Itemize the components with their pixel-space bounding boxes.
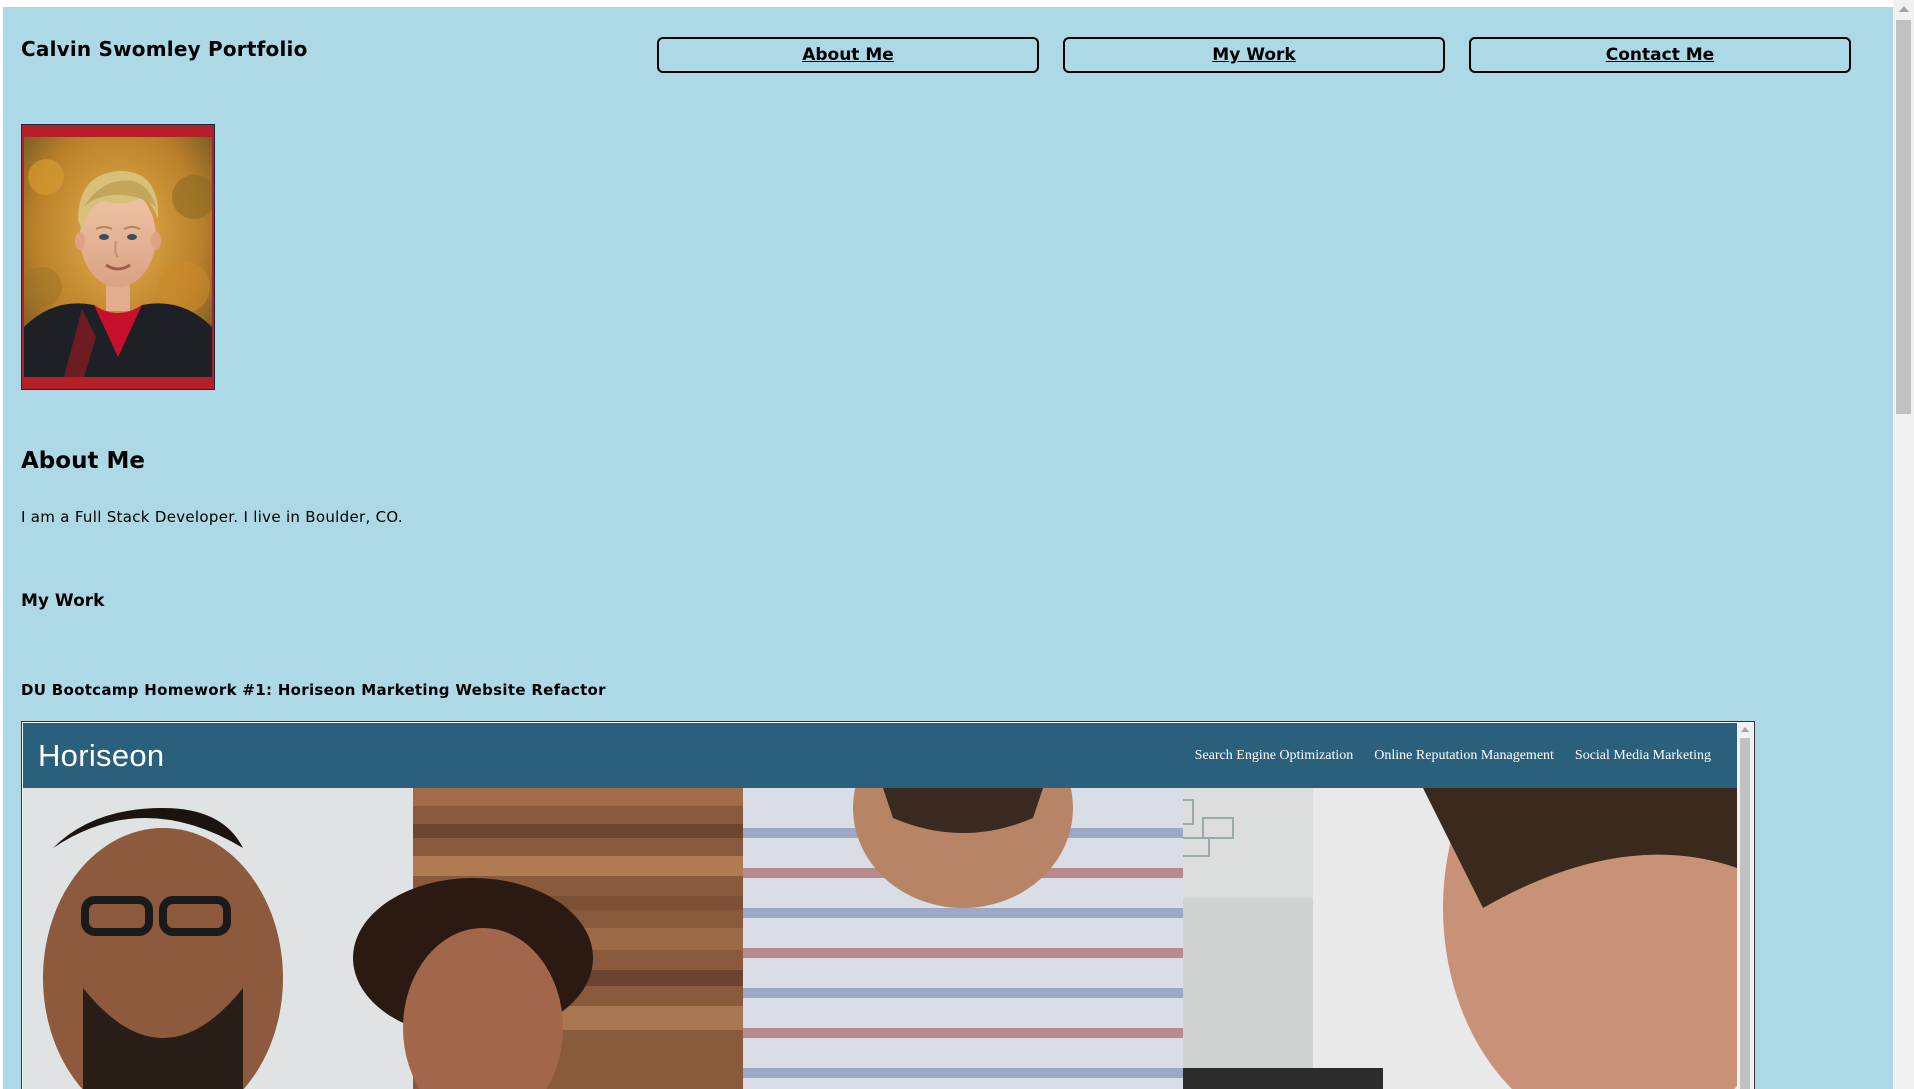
page-scrollbar[interactable] <box>1893 0 1914 1089</box>
horiseon-nav-smm[interactable]: Social Media Marketing <box>1575 748 1711 764</box>
scroll-up-arrow-icon[interactable] <box>1899 6 1909 12</box>
preview-scrollbar[interactable] <box>1737 723 1753 1089</box>
work-heading: My Work <box>21 591 105 611</box>
profile-portrait <box>24 137 212 377</box>
project-preview-frame[interactable]: Horiseon Search Engine Optimization Onli… <box>21 721 1755 1089</box>
preview-scroll-thumb[interactable] <box>1740 738 1750 1089</box>
profile-photo <box>21 124 215 390</box>
project-title: DU Bootcamp Homework #1: Horiseon Market… <box>21 681 606 699</box>
horiseon-hero-image <box>23 788 1737 1089</box>
horiseon-nav: Search Engine Optimization Online Reputa… <box>1195 748 1711 764</box>
about-text: I am a Full Stack Developer. I live in B… <box>21 508 403 526</box>
nav-my-work-button[interactable]: My Work <box>1063 37 1445 73</box>
horiseon-nav-seo[interactable]: Search Engine Optimization <box>1195 748 1354 764</box>
horiseon-logo[interactable]: Horiseon <box>38 738 164 774</box>
preview-scroll-up-arrow-icon[interactable] <box>1741 727 1749 732</box>
about-heading: About Me <box>21 448 145 474</box>
horiseon-nav-orm[interactable]: Online Reputation Management <box>1374 748 1554 764</box>
site-title: Calvin Swomley Portfolio <box>21 37 308 61</box>
horiseon-header: Horiseon Search Engine Optimization Onli… <box>23 723 1737 788</box>
main-nav: About Me My Work Contact Me <box>657 37 1851 73</box>
nav-contact-me-button[interactable]: Contact Me <box>1469 37 1851 73</box>
page-scroll-thumb[interactable] <box>1896 20 1911 414</box>
page: Calvin Swomley Portfolio About Me My Wor… <box>3 7 1893 1089</box>
nav-about-me-button[interactable]: About Me <box>657 37 1039 73</box>
